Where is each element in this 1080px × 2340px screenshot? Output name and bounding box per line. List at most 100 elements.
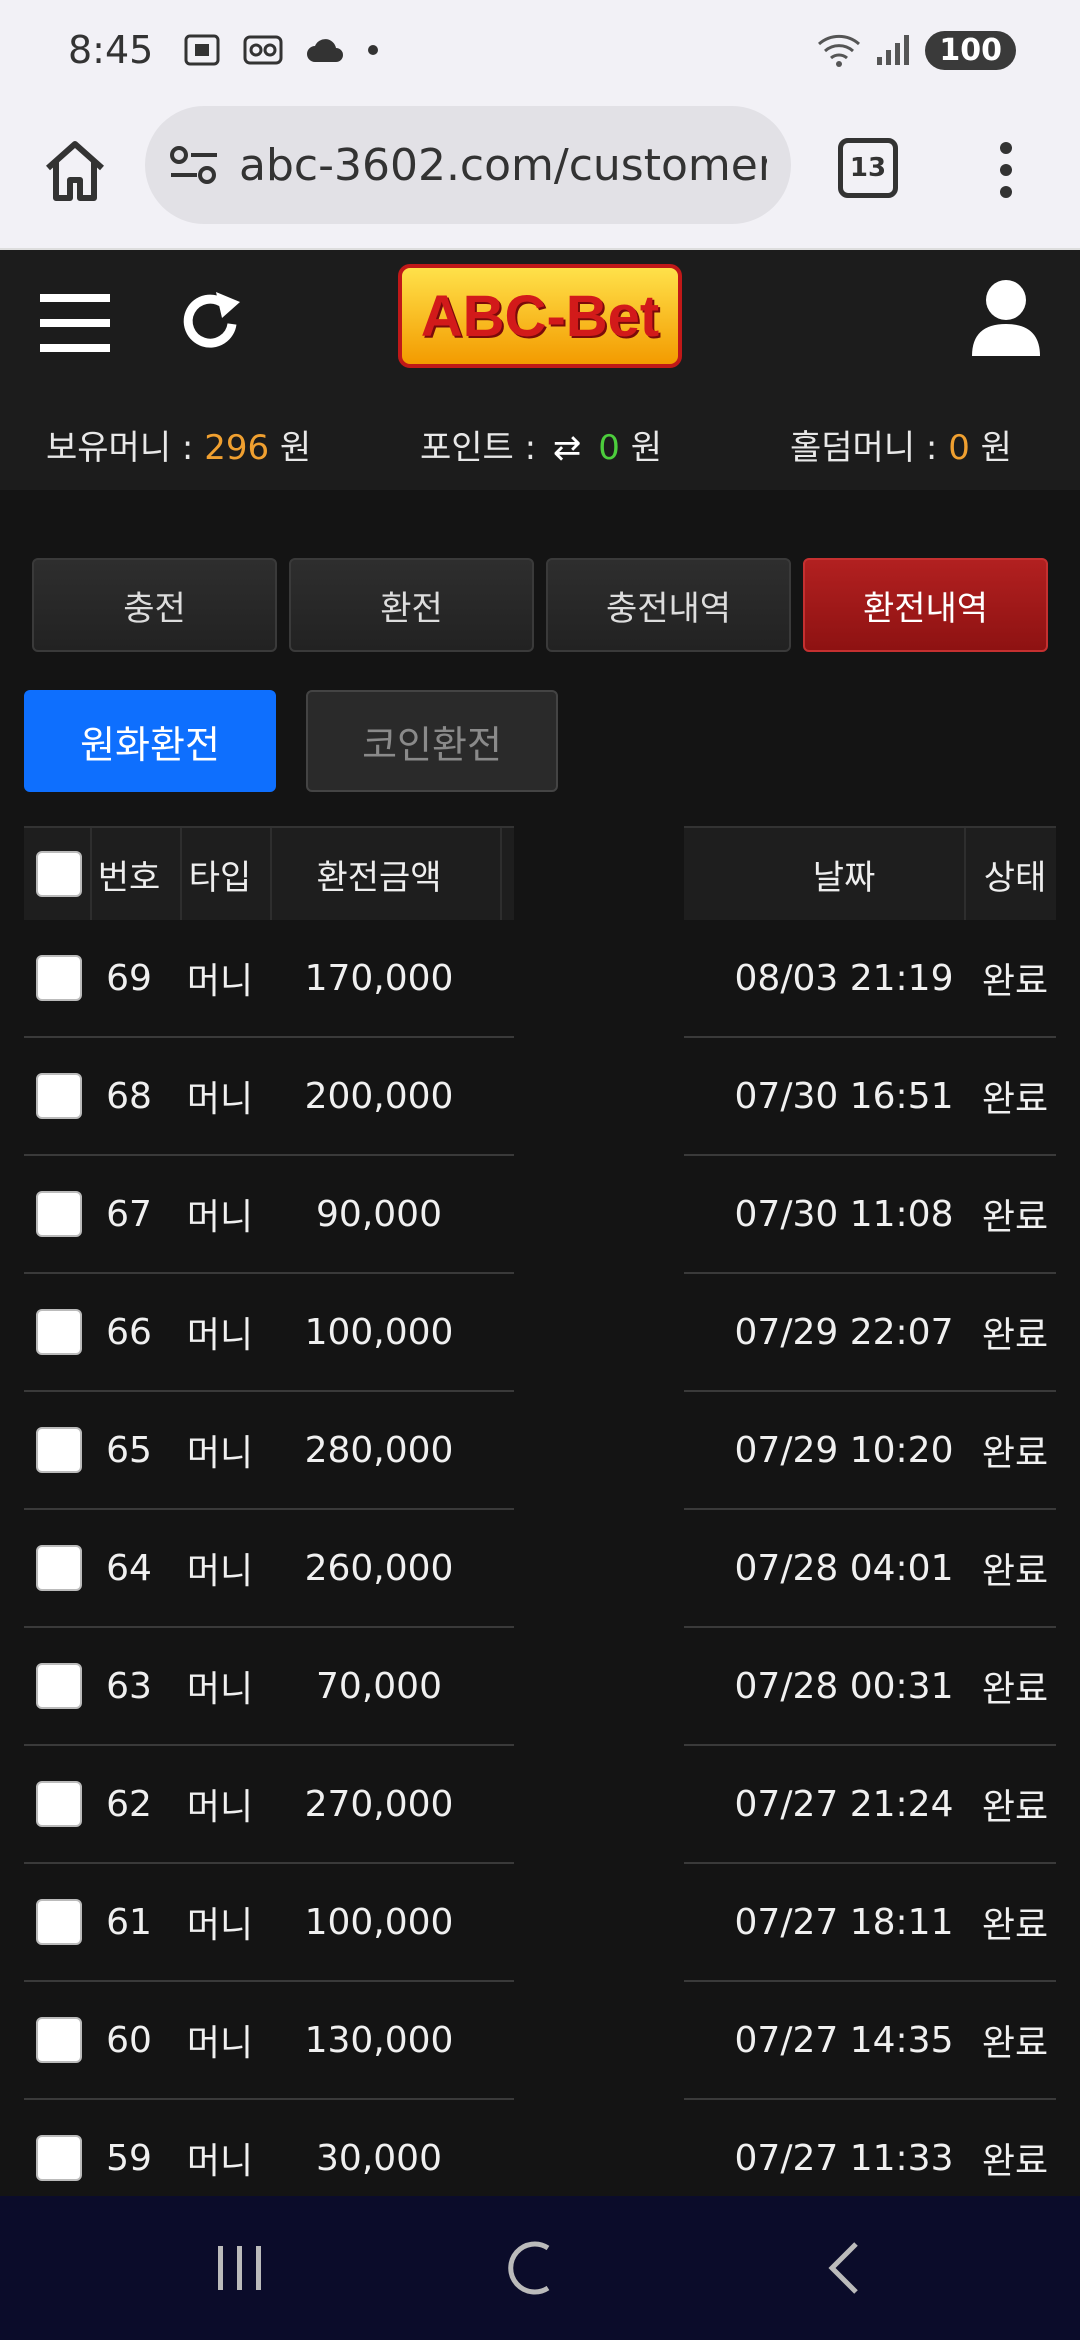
row-no: 61 bbox=[106, 1901, 152, 1943]
voicemail-icon bbox=[243, 35, 283, 65]
subtab-coin-withdraw[interactable]: 코인환전 bbox=[306, 690, 558, 792]
tab-deposit-history[interactable]: 충전내역 bbox=[546, 558, 791, 652]
row-checkbox[interactable] bbox=[36, 2017, 82, 2063]
row-amount: 90,000 bbox=[316, 1193, 442, 1235]
row-type: 머니 bbox=[186, 961, 254, 1002]
row-no: 63 bbox=[106, 1665, 152, 1707]
point-balance: 포인트 : ⇄ 0 원 bbox=[420, 428, 662, 468]
site-logo[interactable]: ABC-Bet bbox=[398, 264, 682, 368]
row-no: 65 bbox=[106, 1429, 152, 1471]
balance-bar: 보유머니 : 296 원 포인트 : ⇄ 0 원 홀덤머니 : 0 원 bbox=[0, 410, 1080, 470]
row-type: 머니 bbox=[186, 1197, 254, 1238]
recent-apps-icon[interactable] bbox=[210, 2240, 270, 2296]
row-amount: 100,000 bbox=[304, 1311, 454, 1353]
row-checkbox[interactable] bbox=[36, 1191, 82, 1237]
exchange-arrows-icon[interactable]: ⇄ bbox=[553, 428, 582, 468]
redacted-area bbox=[514, 826, 684, 2196]
row-date: 08/03 21:19 bbox=[734, 957, 954, 999]
row-amount: 260,000 bbox=[304, 1547, 454, 1589]
row-no: 62 bbox=[106, 1783, 152, 1825]
row-date: 07/30 11:08 bbox=[734, 1193, 954, 1235]
row-amount: 200,000 bbox=[304, 1075, 454, 1117]
screenshot-icon bbox=[184, 34, 220, 66]
row-type: 머니 bbox=[186, 1079, 254, 1120]
battery-indicator: 100 bbox=[925, 30, 1016, 70]
url-text: abc-3602.com/customer bbox=[239, 139, 767, 191]
row-no: 69 bbox=[106, 957, 152, 999]
row-date: 07/29 22:07 bbox=[734, 1311, 954, 1353]
more-options-icon[interactable] bbox=[996, 140, 1016, 200]
row-status: 완료 bbox=[981, 1787, 1049, 1828]
tab-withdraw[interactable]: 환전 bbox=[289, 558, 534, 652]
row-checkbox[interactable] bbox=[36, 1073, 82, 1119]
browser-toolbar: abc-3602.com/customer 13 bbox=[0, 100, 1080, 250]
home-icon[interactable] bbox=[40, 136, 110, 206]
row-amount: 270,000 bbox=[304, 1783, 454, 1825]
row-status: 완료 bbox=[981, 1315, 1049, 1356]
row-status: 완료 bbox=[981, 1197, 1049, 1238]
row-date: 07/27 21:24 bbox=[734, 1783, 954, 1825]
row-status: 완료 bbox=[981, 961, 1049, 1002]
row-checkbox[interactable] bbox=[36, 2135, 82, 2181]
header-date: 날짜 bbox=[812, 857, 876, 898]
row-status: 완료 bbox=[981, 1551, 1049, 1592]
system-nav-bar bbox=[0, 2196, 1080, 2340]
subtab-won-withdraw[interactable]: 원화환전 bbox=[24, 690, 276, 792]
row-status: 완료 bbox=[981, 1905, 1049, 1946]
row-no: 64 bbox=[106, 1547, 152, 1589]
sub-tabs: 원화환전 코인환전 bbox=[24, 690, 558, 792]
tab-switcher-button[interactable]: 13 bbox=[838, 138, 898, 198]
row-status: 완료 bbox=[981, 1079, 1049, 1120]
withdraw-history-table: 번호 타입 환전금액 날짜 상태 69 머니 170,000 08/03 21:19 완… bbox=[24, 826, 1056, 2218]
select-all-checkbox[interactable] bbox=[36, 851, 82, 897]
row-date: 07/28 00:31 bbox=[734, 1665, 954, 1707]
site-settings-icon[interactable] bbox=[169, 145, 219, 185]
row-checkbox[interactable] bbox=[36, 1545, 82, 1591]
row-amount: 170,000 bbox=[304, 957, 454, 999]
row-checkbox[interactable] bbox=[36, 1663, 82, 1709]
cloud-icon bbox=[307, 39, 344, 62]
row-date: 07/27 14:35 bbox=[734, 2019, 954, 2061]
main-tabs: 충전 환전 충전내역 환전내역 bbox=[32, 558, 1048, 652]
refresh-icon[interactable] bbox=[176, 288, 246, 358]
row-amount: 100,000 bbox=[304, 1901, 454, 1943]
row-checkbox[interactable] bbox=[36, 1427, 82, 1473]
status-time: 8:45 bbox=[68, 28, 154, 72]
row-type: 머니 bbox=[186, 1669, 254, 1710]
back-icon[interactable] bbox=[816, 2240, 876, 2296]
row-amount: 130,000 bbox=[304, 2019, 454, 2061]
user-icon[interactable] bbox=[970, 278, 1042, 358]
tab-deposit[interactable]: 충전 bbox=[32, 558, 277, 652]
row-no: 66 bbox=[106, 1311, 152, 1353]
row-type: 머니 bbox=[186, 1433, 254, 1474]
row-checkbox[interactable] bbox=[36, 1309, 82, 1355]
url-field[interactable]: abc-3602.com/customer bbox=[145, 106, 791, 224]
menu-icon[interactable] bbox=[40, 292, 110, 354]
row-checkbox[interactable] bbox=[36, 1781, 82, 1827]
row-type: 머니 bbox=[186, 1905, 254, 1946]
header-no: 번호 bbox=[97, 857, 161, 898]
row-type: 머니 bbox=[186, 2023, 254, 2064]
home-nav-icon[interactable] bbox=[504, 2240, 564, 2296]
row-no: 68 bbox=[106, 1075, 152, 1117]
header-status: 상태 bbox=[983, 857, 1047, 898]
row-status: 완료 bbox=[981, 1433, 1049, 1474]
row-status: 완료 bbox=[981, 2023, 1049, 2064]
row-date: 07/30 16:51 bbox=[734, 1075, 954, 1117]
row-date: 07/28 04:01 bbox=[734, 1547, 954, 1589]
row-checkbox[interactable] bbox=[36, 1899, 82, 1945]
row-date: 07/29 10:20 bbox=[734, 1429, 954, 1471]
row-checkbox[interactable] bbox=[36, 955, 82, 1001]
row-no: 67 bbox=[106, 1193, 152, 1235]
status-bar: 8:45 100 bbox=[0, 0, 1080, 100]
tab-withdraw-history[interactable]: 환전내역 bbox=[803, 558, 1048, 652]
site-header: ABC-Bet 보유머니 : 296 원 포인트 : ⇄ 0 원 홀덤머니 : … bbox=[0, 250, 1080, 490]
header-type: 타입 bbox=[188, 857, 252, 898]
holdem-balance: 홀덤머니 : 0 원 bbox=[790, 428, 1012, 468]
money-balance: 보유머니 : 296 원 bbox=[46, 428, 312, 468]
row-no: 60 bbox=[106, 2019, 152, 2061]
signal-icon bbox=[877, 35, 910, 65]
row-type: 머니 bbox=[186, 1551, 254, 1592]
row-amount: 70,000 bbox=[316, 1665, 442, 1707]
row-type: 머니 bbox=[186, 1787, 254, 1828]
